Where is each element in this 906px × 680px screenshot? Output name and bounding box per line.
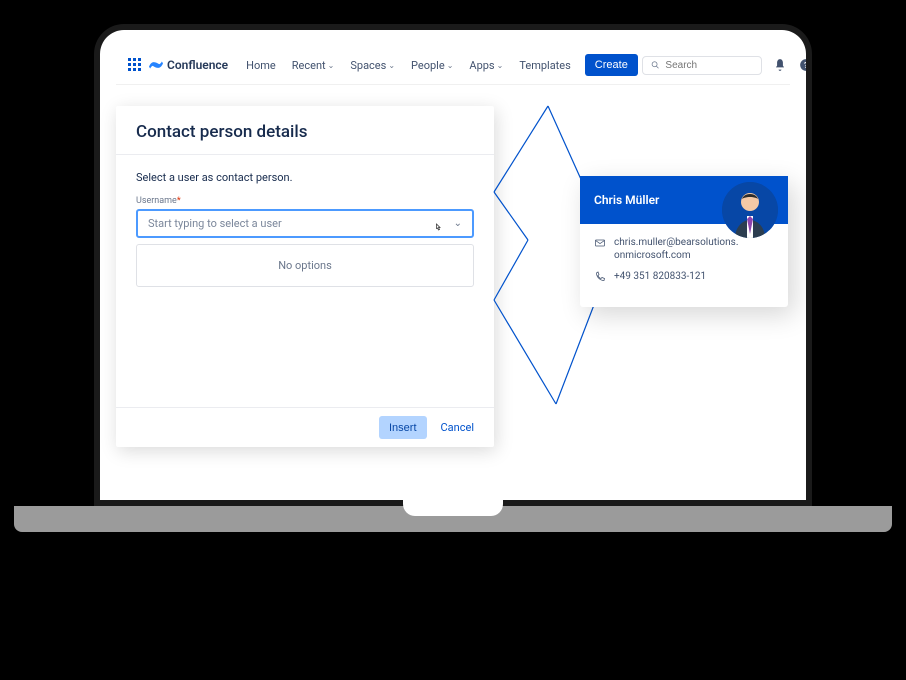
laptop-screen-frame: Confluence Home Recent⌄ Spaces⌄ People⌄ … <box>100 30 806 500</box>
dialog-instruction: Select a user as contact person. <box>136 171 474 184</box>
contact-phone: +49 351 820833-121 <box>614 270 706 283</box>
create-button[interactable]: Create <box>585 54 638 76</box>
nav-spaces[interactable]: Spaces⌄ <box>344 55 401 76</box>
svg-text:?: ? <box>804 60 806 70</box>
username-select[interactable]: Start typing to select a user ⌄ <box>136 209 474 238</box>
contact-name: Chris Müller <box>594 193 659 207</box>
chevron-down-icon: ⌄ <box>497 61 504 70</box>
email-row: chris.muller@bearsolutions.onmicrosoft.c… <box>594 236 774 262</box>
avatar <box>722 182 778 238</box>
card-header: Chris Müller <box>580 176 788 224</box>
dialog-title: Contact person details <box>116 106 494 154</box>
phone-row: +49 351 820833-121 <box>594 270 774 283</box>
insert-button[interactable]: Insert <box>379 416 427 439</box>
screen-content: Confluence Home Recent⌄ Spaces⌄ People⌄ … <box>116 46 790 500</box>
nav-templates[interactable]: Templates <box>513 55 576 76</box>
select-placeholder: Start typing to select a user <box>148 217 282 230</box>
email-icon <box>594 237 606 249</box>
options-dropdown: No options <box>136 244 474 287</box>
nav-people[interactable]: People⌄ <box>405 55 459 76</box>
nav-recent[interactable]: Recent⌄ <box>286 55 341 76</box>
contact-email: chris.muller@bearsolutions.onmicrosoft.c… <box>614 236 744 262</box>
search-input[interactable] <box>665 60 752 71</box>
nav-home[interactable]: Home <box>240 55 282 76</box>
nav-apps[interactable]: Apps⌄ <box>463 55 509 76</box>
contact-person-dialog: Contact person details Select a user as … <box>116 106 494 447</box>
contact-card: Chris Müller chris.muller@bearsolution <box>580 176 788 307</box>
no-options-text: No options <box>278 259 332 272</box>
chevron-down-icon: ⌄ <box>447 61 454 70</box>
notifications-icon[interactable] <box>772 57 788 73</box>
chevron-down-icon: ⌄ <box>328 61 335 70</box>
app-switcher-icon[interactable] <box>128 58 141 72</box>
username-label: Username* <box>136 196 474 206</box>
cancel-button[interactable]: Cancel <box>435 416 480 439</box>
confluence-icon <box>149 58 163 72</box>
search-box[interactable] <box>642 56 762 75</box>
search-icon <box>651 60 660 70</box>
chevron-down-icon: ⌄ <box>388 61 395 70</box>
top-navbar: Confluence Home Recent⌄ Spaces⌄ People⌄ … <box>116 46 790 85</box>
app-name: Confluence <box>167 58 228 72</box>
avatar-icon <box>722 182 778 238</box>
phone-icon <box>594 271 606 283</box>
help-icon[interactable]: ? <box>798 57 806 73</box>
confluence-logo[interactable]: Confluence <box>149 58 228 72</box>
laptop-notch <box>403 500 503 516</box>
pointer-cursor-icon <box>432 221 444 235</box>
chevron-down-icon: ⌄ <box>454 218 462 229</box>
